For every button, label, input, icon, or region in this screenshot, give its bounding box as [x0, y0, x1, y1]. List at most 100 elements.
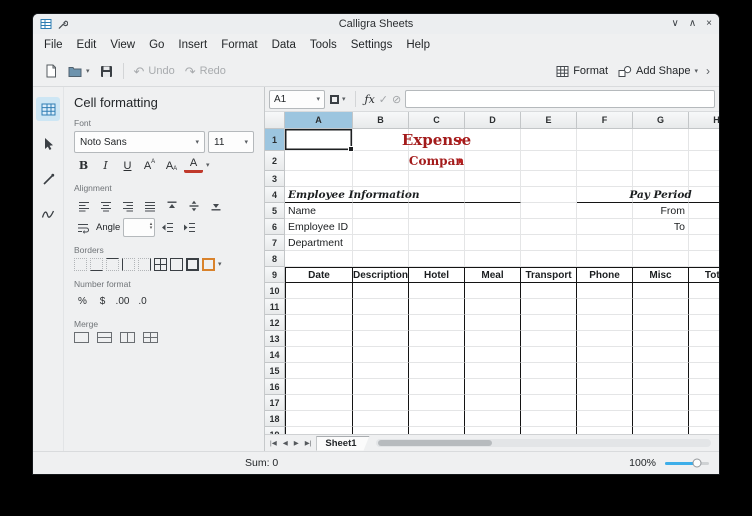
cell-E7[interactable] [521, 235, 577, 251]
cell-H4[interactable] [689, 187, 719, 203]
minimize-button[interactable]: ∨ [672, 19, 679, 29]
column-header-B[interactable]: B [353, 112, 409, 129]
cell-D13[interactable] [465, 331, 521, 347]
cell-H14[interactable] [689, 347, 719, 363]
underline-button[interactable]: U [118, 156, 137, 175]
cell-D6[interactable] [465, 219, 521, 235]
border-left-icon[interactable] [122, 258, 135, 271]
cell-C14[interactable] [409, 347, 465, 363]
cell-H3[interactable] [689, 171, 719, 187]
align-justify-button[interactable] [140, 196, 159, 215]
cell-H12[interactable] [689, 315, 719, 331]
cell-F13[interactable] [577, 331, 633, 347]
cell-B14[interactable] [353, 347, 409, 363]
cell-D2[interactable] [465, 151, 521, 171]
font-color-button[interactable]: A [184, 155, 203, 173]
cell-F19[interactable] [577, 427, 633, 434]
cell-A16[interactable] [285, 379, 353, 395]
cell-B5[interactable] [353, 203, 409, 219]
add-shape-button[interactable]: Add Shape ▾ [613, 62, 703, 81]
cell-E19[interactable] [521, 427, 577, 434]
formula-input[interactable] [405, 90, 715, 108]
cell-B6[interactable] [353, 219, 409, 235]
cell-E6[interactable] [521, 219, 577, 235]
cell-A11[interactable] [285, 299, 353, 315]
cell-B8[interactable] [353, 251, 409, 267]
cell-C1[interactable]: Expense [409, 129, 465, 151]
cell-C16[interactable] [409, 379, 465, 395]
cell-A10[interactable] [285, 283, 353, 299]
cell-tool-dropdown[interactable]: ▾ [329, 94, 346, 105]
cell-B13[interactable] [353, 331, 409, 347]
column-header-C[interactable]: C [409, 112, 465, 129]
cell-E14[interactable] [521, 347, 577, 363]
row-header-17[interactable]: 17 [265, 395, 285, 411]
cell-reference-combo[interactable]: A1 ▾ [269, 90, 325, 109]
cell-C12[interactable] [409, 315, 465, 331]
cell-B12[interactable] [353, 315, 409, 331]
cell-D11[interactable] [465, 299, 521, 315]
cell-G19[interactable] [633, 427, 689, 434]
angle-spinbox[interactable] [123, 218, 155, 237]
cell-F5[interactable] [577, 203, 633, 219]
cell-G5[interactable]: From [633, 203, 689, 219]
undo-button[interactable]: ↶ Undo [129, 62, 180, 81]
cell-D12[interactable] [465, 315, 521, 331]
cell-G11[interactable] [633, 299, 689, 315]
border-right-icon[interactable] [138, 258, 151, 271]
cell-C15[interactable] [409, 363, 465, 379]
row-header-6[interactable]: 6 [265, 219, 285, 235]
row-header-16[interactable]: 16 [265, 379, 285, 395]
cell-C10[interactable] [409, 283, 465, 299]
cell-A12[interactable] [285, 315, 353, 331]
zoom-slider[interactable] [665, 462, 709, 465]
cell-A14[interactable] [285, 347, 353, 363]
merge-horizontal-icon[interactable] [97, 332, 112, 343]
decrease-precision-button[interactable]: .0 [134, 292, 151, 311]
indent-increase-button[interactable] [180, 218, 199, 237]
cell-C6[interactable] [409, 219, 465, 235]
redo-button[interactable]: ↷ Redo [180, 62, 231, 81]
cell-H9[interactable]: Total [689, 267, 719, 283]
menu-data[interactable]: Data [265, 37, 303, 53]
cell-C2[interactable]: Compan [409, 151, 465, 171]
cell-A17[interactable] [285, 395, 353, 411]
cell-E1[interactable] [521, 129, 577, 151]
cell-H15[interactable] [689, 363, 719, 379]
column-header-A[interactable]: A [285, 112, 353, 129]
cell-D5[interactable] [465, 203, 521, 219]
cell-C9[interactable]: Hotel [409, 267, 465, 283]
cell-D3[interactable] [465, 171, 521, 187]
cell-D19[interactable] [465, 427, 521, 434]
row-header-15[interactable]: 15 [265, 363, 285, 379]
cell-F10[interactable] [577, 283, 633, 299]
align-center-button[interactable] [96, 196, 115, 215]
cell-H17[interactable] [689, 395, 719, 411]
cell-G3[interactable] [633, 171, 689, 187]
border-bottom-icon[interactable] [90, 258, 103, 271]
cell-F1[interactable] [577, 129, 633, 151]
cell-D9[interactable]: Meal [465, 267, 521, 283]
cell-G10[interactable] [633, 283, 689, 299]
menu-help[interactable]: Help [399, 37, 437, 53]
cell-G7[interactable] [633, 235, 689, 251]
cell-F18[interactable] [577, 411, 633, 427]
cell-E11[interactable] [521, 299, 577, 315]
zoom-slider-knob[interactable] [692, 459, 701, 468]
valign-bottom-button[interactable] [206, 196, 225, 215]
cell-F6[interactable] [577, 219, 633, 235]
cell-A7[interactable]: Department [285, 235, 353, 251]
cell-H6[interactable] [689, 219, 719, 235]
cell-G15[interactable] [633, 363, 689, 379]
cell-A3[interactable] [285, 171, 353, 187]
cell-A2[interactable] [285, 151, 353, 171]
next-sheet-button[interactable]: ▶ [291, 439, 302, 447]
cell-F3[interactable] [577, 171, 633, 187]
cell-B1[interactable] [353, 129, 409, 151]
cell-F2[interactable] [577, 151, 633, 171]
cell-G4[interactable]: Pay Period [633, 187, 689, 203]
titlebar[interactable]: Calligra Sheets ∨ ∧ × [33, 14, 719, 34]
font-size-select[interactable]: 11 ▾ [208, 131, 254, 153]
sheet-tab[interactable]: Sheet1 [316, 436, 369, 451]
cell-E13[interactable] [521, 331, 577, 347]
